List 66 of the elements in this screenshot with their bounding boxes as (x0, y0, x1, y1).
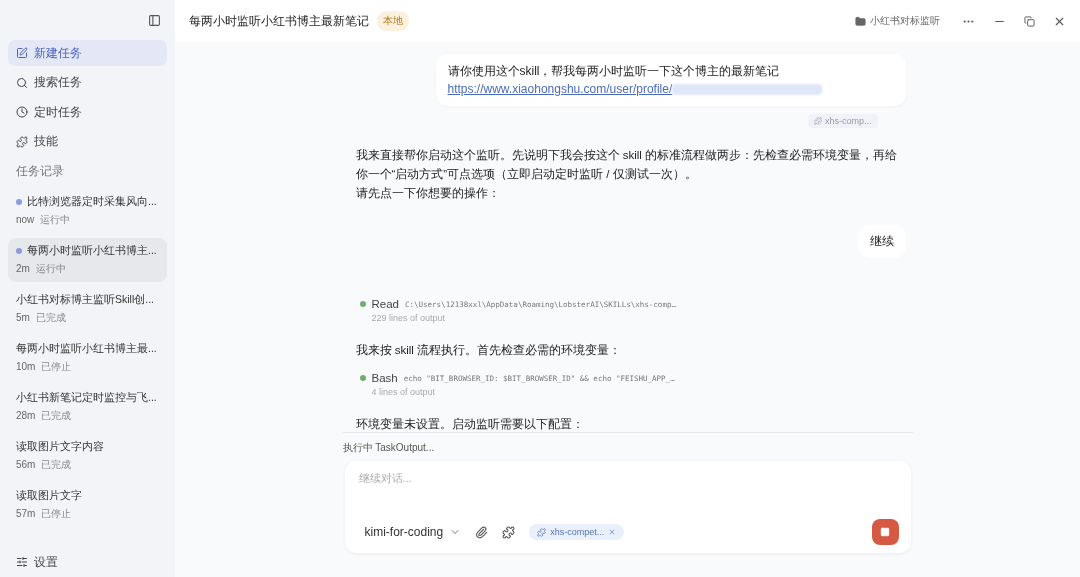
assistant-text: 我来直接帮你启动这个监听。先说明下我会按这个 skill 的标准流程做两步：先检查必需环境变量，再给你一个“启动方式”可点选项（立即启动定时监听 / 仅测试一次）。 (354, 148, 899, 182)
search-icon (16, 76, 28, 89)
local-badge: 本地 (377, 11, 409, 31)
profile-link[interactable]: https://www.xiaohongshu.com/user/profile/ (447, 82, 673, 96)
task-time: 56m (16, 459, 36, 470)
puzzle-icon (814, 117, 822, 125)
task-title: 读取图片文字 (16, 489, 82, 503)
nav-item[interactable]: 定时任务 (8, 99, 167, 125)
task-title: 读取图片文字内容 (16, 440, 104, 454)
task-item[interactable]: 小红书新笔记定时监控与飞... 28m 已完成 (8, 385, 167, 429)
stop-button[interactable] (871, 519, 899, 545)
task-title: 小红书对标博主监听Skill创... (16, 293, 154, 307)
assistant-text: 我来按 skill 流程执行。首先检查必需的环境变量： (354, 343, 623, 358)
task-status: 运行中 (40, 213, 71, 227)
sidebar-toggle-icon[interactable] (148, 13, 161, 27)
model-select[interactable]: kimi-for-coding (364, 525, 462, 539)
task-status: 已停止 (41, 507, 72, 521)
task-item[interactable]: 每两小时监听小红书博主最... 10m 已停止 (8, 336, 167, 380)
tag-label: xhs-comp... (825, 116, 872, 126)
window-title: 每两小时监听小红书博主最新笔记 (189, 12, 369, 30)
puzzle-icon[interactable] (502, 525, 516, 539)
section-title: 任务记录 (15, 164, 65, 179)
assistant-text: 环境变量未设置。启动监听需要以下配置： (354, 417, 585, 432)
task-title: 每两小时监听小红书博主最... (16, 342, 157, 356)
edit-icon (16, 47, 28, 59)
task-time: 2m (16, 263, 30, 274)
user-message: 请你使用这个skill，帮我每两小时监听一下这个博主的最新笔记 https://www.xiaohongshu.com/user/profile/ (435, 54, 906, 106)
assistant-text: 请先点一下你想要的操作： (354, 186, 501, 201)
tool-name: Bash (371, 372, 398, 384)
clock-icon (16, 106, 28, 118)
task-time: 10m (16, 361, 36, 372)
chip-label: xhs-compet... (550, 527, 605, 537)
task-status: 已停止 (41, 360, 72, 374)
task-time: now (16, 214, 35, 225)
restore-icon[interactable] (1024, 15, 1035, 27)
status-dot (359, 375, 366, 381)
task-time: 57m (16, 508, 36, 519)
skill-chip[interactable]: xhs-compet... (529, 524, 625, 540)
task-item[interactable]: 小红书对标博主监听Skill创... 5m 已完成 (8, 287, 167, 331)
task-item[interactable]: 每两小时监听小红书博主... 2m 运行中 (8, 238, 167, 282)
task-title: 每两小时监听小红书博主... (27, 244, 157, 258)
task-title: 比特浏览器定时采集风向... (27, 195, 157, 209)
folder-link[interactable]: 小红书对标监听 (855, 14, 940, 28)
task-time: 28m (16, 410, 36, 421)
task-time: 5m (16, 312, 30, 323)
task-status: 已完成 (41, 458, 72, 472)
task-status: 已完成 (35, 311, 66, 325)
puzzle-icon (16, 135, 28, 148)
status-text: 执行中 TaskOutput... (342, 441, 436, 455)
task-title: 小红书新笔记定时监控与飞... (16, 391, 157, 405)
task-item[interactable]: 读取图片文字内容 56m 已完成 (8, 434, 167, 478)
status-dot (359, 301, 366, 307)
task-item[interactable]: 比特浏览器定时采集风向... now 运行中 (8, 189, 167, 233)
nav-item[interactable]: 技能 (8, 128, 167, 155)
stop-icon (880, 527, 890, 537)
task-item[interactable]: 读取图片文字 57m 已停止 (8, 483, 167, 527)
tool-name: Read (371, 298, 399, 310)
nav-item[interactable]: 新建任务 (8, 40, 167, 66)
continue-button[interactable]: 继续 (857, 225, 906, 258)
folder-icon (855, 15, 866, 27)
puzzle-icon (537, 527, 547, 537)
nav-item[interactable]: 搜索任务 (8, 69, 167, 96)
paperclip-icon[interactable] (475, 525, 489, 539)
settings-icon (16, 556, 28, 568)
task-status: 已完成 (41, 409, 72, 423)
task-status: 运行中 (35, 262, 66, 276)
